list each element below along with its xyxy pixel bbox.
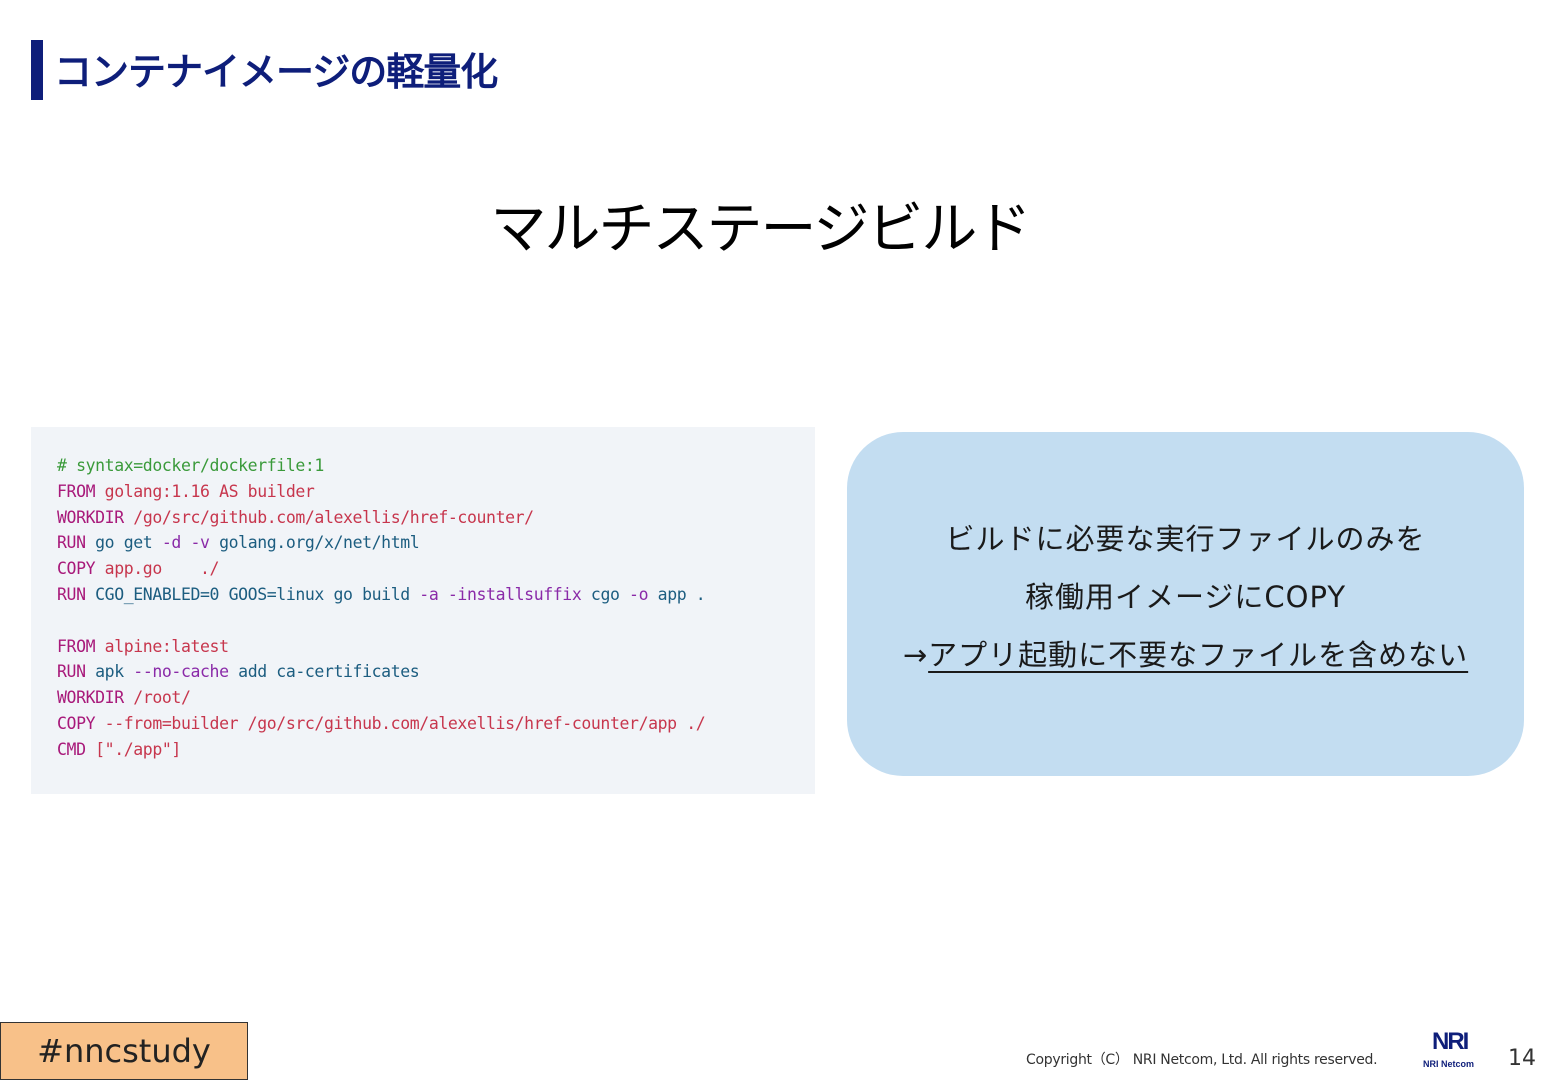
- dockerfile-code-block: # syntax=docker/dockerfile:1 FROM golang:…: [31, 427, 815, 794]
- code-token-text: cgo: [590, 584, 630, 604]
- code-token-text: app .: [657, 584, 706, 604]
- callout-line-2: 稼働用イメージにCOPY: [1024, 580, 1347, 614]
- code-token-string: /go/src/github.com/alexellis/href-counte…: [133, 507, 534, 527]
- code-token-text: add ca-certificates: [238, 662, 420, 682]
- hashtag-label: #nncstudy: [0, 1022, 248, 1080]
- code-line: CMD ["./app"]: [57, 737, 815, 763]
- callout-line-1: ビルドに必要な実行ファイルのみを: [945, 522, 1426, 556]
- code-token-string: /root/: [133, 688, 191, 708]
- page-title: コンテナイメージの軽量化: [54, 50, 498, 94]
- code-line: # syntax=docker/dockerfile:1: [57, 453, 815, 479]
- code-token-keyword: CMD: [57, 739, 96, 759]
- code-token-string: alpine:latest: [104, 636, 229, 656]
- code-line: WORKDIR /go/src/github.com/alexellis/hre…: [57, 505, 815, 531]
- code-line: COPY app.go ./: [57, 556, 815, 582]
- explanation-callout: ビルドに必要な実行ファイルのみを 稼働用イメージにCOPY →アプリ起動に不要な…: [847, 432, 1524, 776]
- code-token-keyword: COPY: [57, 559, 105, 579]
- callout-emphasis-text: アプリ起動に不要なファイルを含めない: [928, 638, 1469, 672]
- arrow-glyph: →: [902, 638, 929, 672]
- code-token-string: --from=builder /go/src/github.com/alexel…: [104, 713, 706, 733]
- code-token-flag: -a -installsuffix: [419, 584, 591, 604]
- code-token-text: CGO_ENABLED=0 GOOS=linux go build: [95, 584, 420, 604]
- code-token-comment: # syntax=docker/dockerfile:1: [57, 456, 324, 475]
- code-token-keyword: COPY: [57, 713, 105, 733]
- code-token-keyword: RUN: [57, 533, 96, 553]
- code-token-flag: --no-cache: [133, 662, 239, 682]
- code-token-keyword: RUN: [57, 662, 96, 682]
- code-token-string: ["./app"]: [95, 739, 181, 759]
- copyright-text: Copyright（C） NRI Netcom, Ltd. All rights…: [1026, 1052, 1378, 1068]
- code-token-flag: -d -v: [161, 533, 220, 553]
- code-line: RUN CGO_ENABLED=0 GOOS=linux go build -a…: [57, 582, 815, 608]
- code-token-text: golang.org/x/net/html: [219, 533, 420, 553]
- code-line: COPY --from=builder /go/src/github.com/a…: [57, 711, 815, 737]
- code-token-flag: -o: [629, 584, 658, 604]
- code-token-keyword: FROM: [57, 481, 105, 501]
- nri-logo-mark: NRI: [1432, 1028, 1469, 1055]
- code-token-keyword: WORKDIR: [57, 507, 134, 527]
- page-number: 14: [1508, 1046, 1536, 1071]
- code-token-string: golang:1.16 AS builder: [104, 481, 315, 501]
- code-token-text: go get: [95, 533, 162, 553]
- code-line: RUN apk --no-cache add ca-certificates: [57, 659, 815, 685]
- code-line: FROM alpine:latest: [57, 634, 815, 660]
- title-accent-bar: [31, 40, 43, 100]
- callout-line-3: →アプリ起動に不要なファイルを含めない: [903, 626, 1468, 684]
- code-token-keyword: FROM: [57, 636, 105, 656]
- code-token-keyword: WORKDIR: [57, 688, 134, 708]
- nri-logo-text: NRI Netcom: [1423, 1059, 1475, 1069]
- code-token-keyword: RUN: [57, 584, 96, 604]
- slide-subtitle: マルチステージビルド: [490, 197, 1032, 262]
- code-line: FROM golang:1.16 AS builder: [57, 479, 815, 505]
- nri-netcom-logo: NRI NRI Netcom: [1420, 1030, 1490, 1072]
- code-line: RUN go get -d -v golang.org/x/net/html: [57, 530, 815, 556]
- code-token-string: app.go ./: [104, 559, 220, 579]
- code-token-text: apk: [95, 662, 134, 682]
- code-line: WORKDIR /root/: [57, 685, 815, 711]
